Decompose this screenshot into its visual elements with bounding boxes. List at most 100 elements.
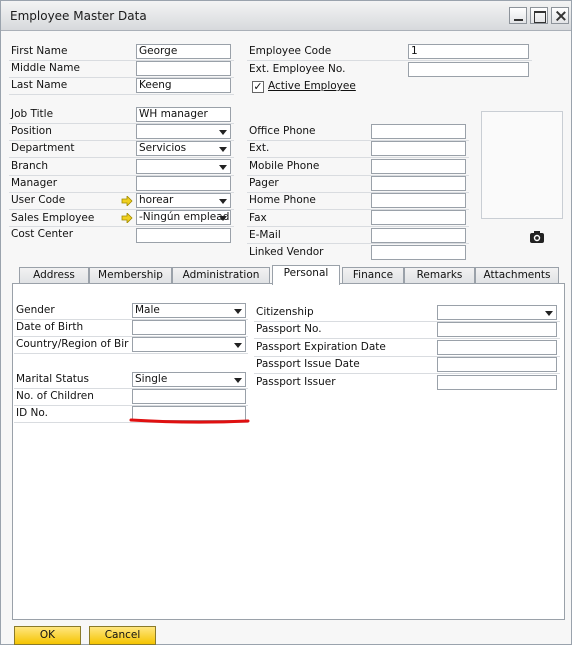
department-label: Department — [11, 142, 75, 154]
gender-label: Gender — [16, 304, 55, 316]
passport-no-label: Passport No. — [256, 323, 322, 335]
first-name-label: First Name — [11, 45, 68, 57]
pager-label: Pager — [249, 177, 279, 189]
department-value: Servicios — [139, 142, 187, 154]
maximize-icon[interactable] — [530, 7, 548, 24]
tab-remarks[interactable]: Remarks — [404, 267, 475, 284]
dropdown-arrow-icon — [219, 130, 227, 135]
ok-button[interactable]: OK — [14, 626, 81, 645]
marital-status-dropdown[interactable]: Single — [132, 372, 246, 387]
citizenship-label: Citizenship — [256, 306, 314, 318]
divider — [247, 60, 532, 61]
user-code-value: horear — [139, 194, 174, 206]
citizenship-dropdown[interactable] — [437, 305, 557, 320]
job-title-field[interactable]: WH manager — [136, 107, 231, 122]
home-phone-field[interactable] — [371, 193, 466, 208]
title-bar: Employee Master Data — [1, 1, 571, 31]
dropdown-arrow-icon — [234, 378, 242, 383]
middle-name-field[interactable] — [136, 61, 231, 76]
department-dropdown[interactable]: Servicios — [136, 141, 231, 156]
position-dropdown[interactable] — [136, 124, 231, 139]
email-label: E-Mail — [249, 229, 281, 241]
active-employee-checkbox[interactable]: ✓ — [252, 81, 264, 93]
tab-attachments[interactable]: Attachments — [475, 267, 559, 284]
fax-field[interactable] — [371, 210, 466, 225]
link-arrow-icon[interactable] — [121, 213, 133, 223]
office-phone-label: Office Phone — [249, 125, 316, 137]
marital-status-label: Marital Status — [16, 373, 89, 385]
dropdown-arrow-icon — [234, 309, 242, 314]
camera-icon[interactable] — [529, 230, 545, 244]
dropdown-arrow-icon — [234, 343, 242, 348]
sales-employee-label: Sales Employee — [11, 212, 95, 224]
job-title-label: Job Title — [11, 108, 54, 120]
branch-dropdown[interactable] — [136, 159, 231, 174]
manager-label: Manager — [11, 177, 58, 189]
passport-no-field[interactable] — [437, 322, 557, 337]
divider — [254, 373, 560, 374]
user-code-dropdown[interactable]: horear — [136, 193, 231, 208]
date-of-birth-field[interactable] — [132, 320, 246, 335]
divider — [9, 226, 234, 227]
passport-issue-date-label: Passport Issue Date — [256, 358, 360, 370]
employee-code-label: Employee Code — [249, 45, 332, 57]
window-title: Employee Master Data — [10, 9, 147, 23]
passport-issuer-field[interactable] — [437, 375, 557, 390]
passport-expiration-field[interactable] — [437, 340, 557, 355]
ext-employee-field[interactable] — [408, 62, 529, 77]
dropdown-arrow-icon — [545, 311, 553, 316]
passport-issue-date-field[interactable] — [437, 357, 557, 372]
cost-center-label: Cost Center — [11, 228, 74, 240]
email-field[interactable] — [371, 228, 466, 243]
passport-expiration-label: Passport Expiration Date — [256, 341, 386, 353]
dropdown-arrow-icon — [219, 216, 227, 221]
link-arrow-icon[interactable] — [121, 196, 133, 206]
tab-personal[interactable]: Personal — [272, 265, 340, 285]
ext-field[interactable] — [371, 141, 466, 156]
ext-label: Ext. — [249, 142, 270, 154]
divider — [14, 353, 248, 354]
tab-administration[interactable]: Administration — [172, 267, 270, 284]
cancel-button[interactable]: Cancel — [89, 626, 156, 645]
ext-employee-label: Ext. Employee No. — [249, 63, 346, 75]
employee-photo[interactable] — [481, 111, 563, 219]
close-icon[interactable] — [551, 7, 569, 24]
office-phone-field[interactable] — [371, 124, 466, 139]
home-phone-label: Home Phone — [249, 194, 316, 206]
children-field[interactable] — [132, 389, 246, 404]
tab-address[interactable]: Address — [19, 267, 89, 284]
position-label: Position — [11, 125, 52, 137]
divider — [254, 338, 560, 339]
tab-membership[interactable]: Membership — [89, 267, 172, 284]
linked-vendor-field[interactable] — [371, 245, 466, 260]
mobile-phone-label: Mobile Phone — [249, 160, 320, 172]
mobile-phone-field[interactable] — [371, 159, 466, 174]
first-name-field[interactable]: George — [136, 44, 231, 59]
employee-master-data-window: Employee Master Data First Name George M… — [0, 0, 572, 645]
tab-bar: Address Membership Administration Person… — [19, 265, 559, 285]
dropdown-arrow-icon — [219, 165, 227, 170]
user-code-label: User Code — [11, 194, 66, 206]
divider — [247, 157, 469, 158]
divider — [247, 226, 469, 227]
employee-code-field[interactable]: 1 — [408, 44, 529, 59]
pager-field[interactable] — [371, 176, 466, 191]
divider — [247, 243, 469, 244]
linked-vendor-label: Linked Vendor — [249, 246, 324, 258]
passport-issuer-label: Passport Issuer — [256, 376, 336, 388]
minimize-icon[interactable] — [509, 7, 527, 24]
last-name-field[interactable]: Keeng — [136, 78, 231, 93]
date-of-birth-label: Date of Birth — [16, 321, 84, 333]
middle-name-label: Middle Name — [11, 62, 80, 74]
sales-employee-dropdown[interactable]: -Ningún empleado- — [136, 210, 231, 225]
sales-employee-value: -Ningún empleado- — [139, 211, 231, 223]
gender-dropdown[interactable]: Male — [132, 303, 246, 318]
fax-label: Fax — [249, 212, 267, 224]
manager-field[interactable] — [136, 176, 231, 191]
country-of-birth-dropdown[interactable] — [132, 337, 246, 352]
tab-finance[interactable]: Finance — [342, 267, 404, 284]
country-of-birth-label: Country/Region of Bir — [16, 338, 129, 350]
cost-center-field[interactable] — [136, 228, 231, 243]
id-no-label: ID No. — [16, 407, 48, 419]
red-underline-annotation — [129, 418, 250, 424]
